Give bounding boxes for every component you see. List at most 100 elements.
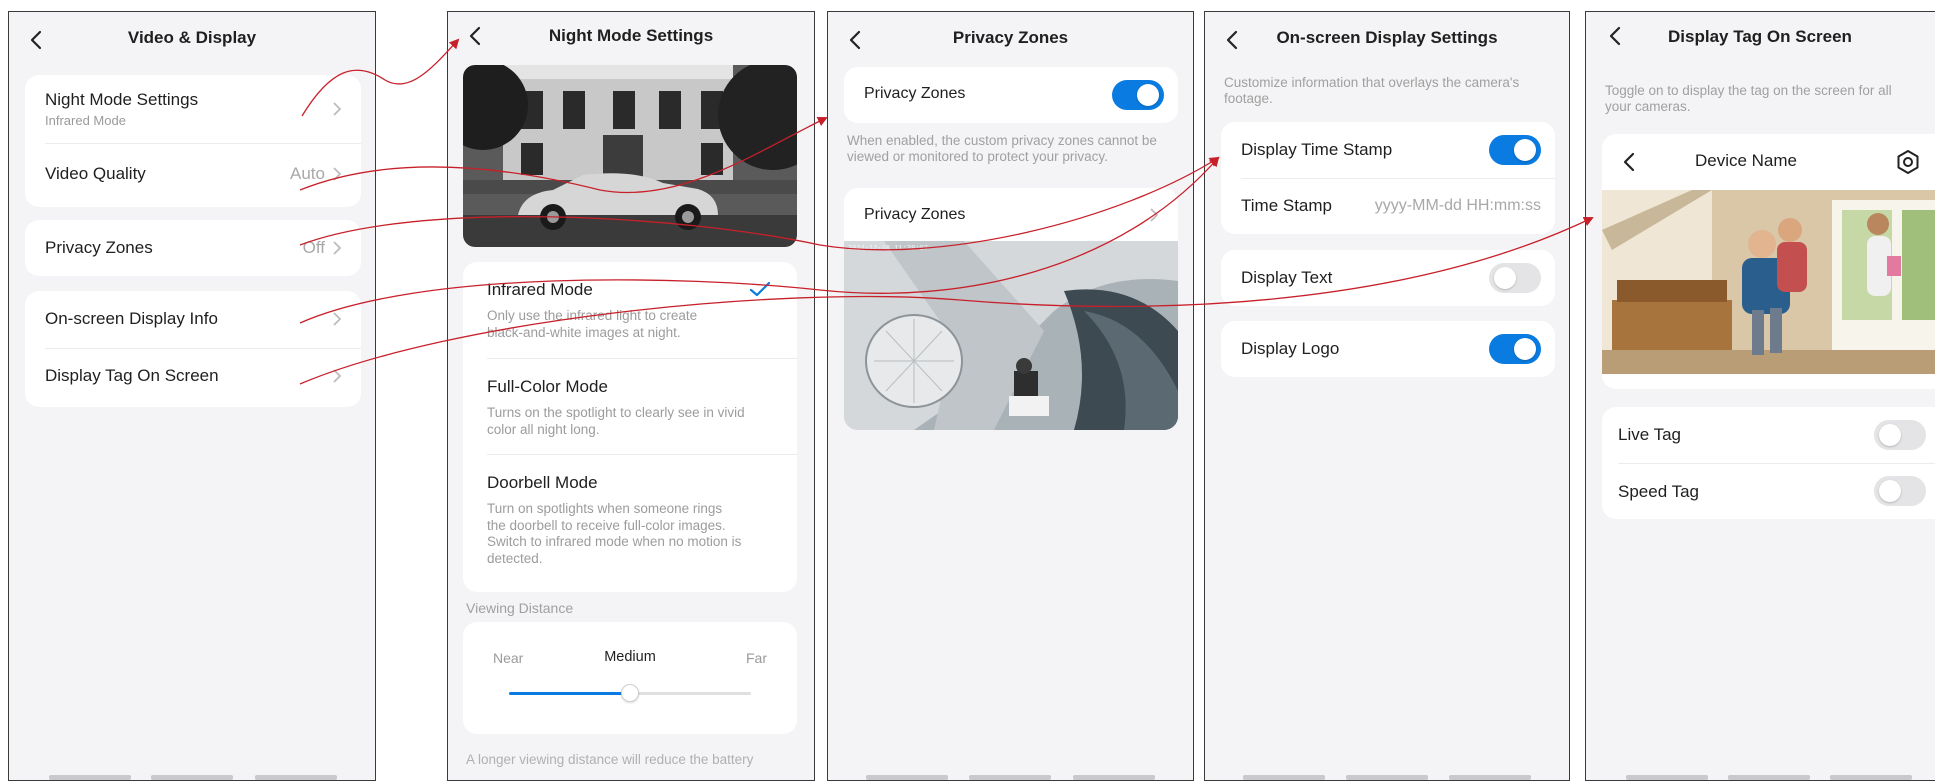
page-title: Night Mode Settings: [548, 26, 714, 45]
privacy-zones-value: Off: [302, 238, 325, 257]
home-indicator: [1626, 775, 1708, 780]
header: Display Tag On Screen: [1586, 12, 1935, 68]
row-osd-info[interactable]: On-screen Display Info: [25, 291, 361, 348]
display-time-stamp-label: Display Time Stamp: [1241, 140, 1393, 159]
page-title: On-screen Display Settings: [1276, 28, 1498, 47]
slider-thumb[interactable]: [621, 684, 639, 702]
time-stamp-card: Display Time Stamp Time Stamp yyyy-MM-dd…: [1221, 122, 1555, 234]
viewing-distance-card: Near Medium Far: [463, 622, 797, 734]
mode-description: Turns on the spotlight to clearly see in…: [487, 405, 745, 437]
mode-title: Doorbell Mode: [487, 473, 598, 492]
row-display-time-stamp: Display Time Stamp: [1221, 122, 1555, 178]
osd-info-label: On-screen Display Info: [45, 309, 218, 328]
display-logo-toggle[interactable]: [1489, 334, 1541, 364]
row-night-mode-settings[interactable]: Night Mode Settings Infrared Mode: [25, 75, 361, 143]
viewing-distance-label: Viewing Distance: [466, 600, 574, 616]
toggle-knob: [1494, 267, 1516, 289]
screen-privacy-zones: Privacy Zones Privacy Zones When enabled…: [827, 11, 1194, 781]
home-indicator: [1830, 775, 1912, 780]
video-quality-value: Auto: [290, 164, 325, 183]
slider-fill: [509, 692, 630, 695]
mode-option-infrared[interactable]: Infrared Mode Only use the infrared ligh…: [463, 262, 797, 358]
screen-night-mode: Night Mode Settings Infrared Mode Only u: [447, 11, 815, 781]
toggle-knob: [1879, 480, 1901, 502]
mode-description: Turn on spotlights when someone rings th…: [487, 501, 742, 566]
home-indicator: [151, 775, 233, 780]
home-indicator: [866, 775, 948, 780]
chevron-right-icon: [333, 369, 342, 383]
display-text-card: Display Text: [1221, 250, 1555, 306]
screen-video-display: Video & Display Night Mode Settings Infr…: [8, 11, 376, 781]
privacy-zones-toggle[interactable]: [1112, 80, 1164, 110]
display-logo-card: Display Logo: [1221, 321, 1555, 377]
row-display-tag[interactable]: Display Tag On Screen: [25, 349, 361, 407]
display-time-stamp-toggle[interactable]: [1489, 135, 1541, 165]
card-display: On-screen Display Info Display Tag On Sc…: [25, 291, 361, 407]
mode-list: Infrared Mode Only use the infrared ligh…: [463, 262, 797, 592]
privacy-zones-row-label: Privacy Zones: [864, 206, 966, 223]
mode-option-full-color[interactable]: Full-Color Mode Turns on the spotlight t…: [463, 359, 797, 454]
row-live-tag: Live Tag: [1602, 407, 1935, 463]
slider-track[interactable]: [509, 684, 751, 702]
night-preview-image: [463, 65, 797, 247]
card-night-video: Night Mode Settings Infrared Mode Video …: [25, 75, 361, 207]
toggle-knob: [1137, 84, 1159, 106]
toggle-knob: [1879, 424, 1901, 446]
home-indicator: [1346, 775, 1428, 780]
privacy-toggle-card: Privacy Zones: [844, 67, 1178, 123]
chevron-right-icon: [333, 312, 342, 326]
privacy-toggle-label: Privacy Zones: [864, 85, 966, 102]
row-speed-tag: Speed Tag: [1602, 464, 1935, 519]
header: On-screen Display Settings: [1205, 12, 1569, 68]
night-mode-label: Night Mode Settings: [45, 90, 199, 109]
device-preview-card: Device Name: [1602, 134, 1935, 389]
mode-description: Only use the infrared light to create bl…: [487, 308, 698, 340]
chevron-right-icon: [1150, 208, 1159, 222]
display-text-label: Display Text: [1241, 268, 1333, 287]
header: Night Mode Settings: [448, 12, 814, 68]
home-indicator: [1243, 775, 1325, 780]
home-indicator: [49, 775, 131, 780]
speed-tag-label: Speed Tag: [1618, 482, 1699, 501]
row-privacy-zones[interactable]: Privacy Zones Off: [25, 220, 361, 276]
privacy-zones-label: Privacy Zones: [45, 238, 153, 257]
home-indicator: [1449, 775, 1531, 780]
privacy-note: When enabled, the custom privacy zones c…: [847, 133, 1157, 164]
display-tag-intro: Toggle on to display the tag on the scre…: [1605, 83, 1892, 114]
screen-osd-settings: On-screen Display Settings Customize inf…: [1204, 11, 1570, 781]
camera-preview-image: [1602, 190, 1935, 374]
camera-timestamp-overlay: 2024-12-18 11:38:07: [848, 245, 928, 253]
chevron-right-icon: [333, 167, 342, 181]
settings-hexagon-icon[interactable]: [1895, 149, 1921, 175]
mode-title: Infrared Mode: [487, 280, 593, 299]
row-privacy-zones-edit[interactable]: Privacy Zones: [844, 188, 1178, 241]
row-time-stamp-format[interactable]: Time Stamp yyyy-MM-dd HH:mm:ss: [1221, 179, 1555, 234]
camera-feed-image: 2024-12-18 11:38:07: [844, 241, 1178, 430]
chevron-right-icon: [333, 102, 342, 116]
night-mode-current: Infrared Mode: [45, 113, 126, 128]
row-video-quality[interactable]: Video Quality Auto: [25, 144, 361, 207]
display-logo-label: Display Logo: [1241, 339, 1340, 358]
device-header: Device Name: [1602, 134, 1935, 190]
page-title: Privacy Zones: [952, 28, 1069, 47]
live-tag-label: Live Tag: [1618, 425, 1682, 444]
page-title: Video & Display: [127, 28, 257, 47]
header: Privacy Zones: [828, 12, 1193, 68]
time-stamp-label: Time Stamp: [1241, 196, 1333, 215]
chevron-right-icon: [333, 241, 342, 255]
card-privacy: Privacy Zones Off: [25, 220, 361, 276]
checkmark-icon: [749, 281, 771, 297]
display-text-toggle[interactable]: [1489, 263, 1541, 293]
speed-tag-toggle[interactable]: [1874, 476, 1926, 506]
device-name: Device Name: [1694, 151, 1798, 170]
mode-option-doorbell[interactable]: Doorbell Mode Turn on spotlights when so…: [463, 455, 797, 592]
display-tag-label: Display Tag On Screen: [45, 366, 219, 385]
home-indicator: [969, 775, 1051, 780]
live-tag-toggle[interactable]: [1874, 420, 1926, 450]
mode-title: Full-Color Mode: [487, 377, 608, 396]
home-indicator: [1728, 775, 1810, 780]
home-indicator: [255, 775, 337, 780]
tag-toggles-card: Live Tag Speed Tag: [1602, 407, 1935, 519]
screen-display-tag: Display Tag On Screen Toggle on to displ…: [1585, 11, 1935, 781]
page-title: Display Tag On Screen: [1668, 27, 1852, 46]
